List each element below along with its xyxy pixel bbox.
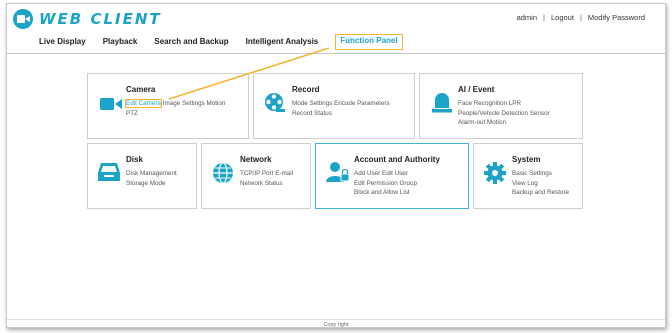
card-description: TCP/IP Port E-mail Network Status [240,169,310,188]
alarm-light-icon [432,93,452,113]
block-allow-list-link[interactable]: Block and Allow List [354,189,410,196]
card-description: Disk Management Storage Mode [126,169,196,188]
card-title: AI / Event [458,85,495,94]
globe-icon [213,162,233,184]
user-lock-icon [326,162,350,182]
username: admin [516,13,538,22]
camera-logo-icon [13,9,33,29]
card-description: Mode Settings Encode Parameters Record S… [292,99,414,118]
record-options[interactable]: Mode Settings Encode Parameters [292,100,390,107]
ai-options-1[interactable]: Face Recognition LPR [458,100,521,107]
card-description: Add User Edit User Edit Permission Group… [354,169,468,198]
video-camera-icon [100,98,122,110]
network-card[interactable]: Network TCP/IP Port E-mail Network Statu… [201,143,311,209]
storage-mode-link[interactable]: Storage Mode [126,180,166,187]
ai-options-2[interactable]: People/Vehicle Detection Sensor [458,110,550,117]
card-title: Account and Authority [354,155,440,164]
card-title: Disk [126,155,143,164]
system-card[interactable]: System Basic Settings View Log Backup an… [473,143,583,209]
ai-event-card[interactable]: AI / Event Face Recognition LPR People/V… [419,73,583,139]
nav-divider [7,53,665,54]
tab-live-display[interactable]: Live Display [39,36,86,50]
camera-card[interactable]: Camera Edit Camera Image Settings Motion… [87,73,249,139]
account-authority-card[interactable]: Account and Authority Add User Edit User… [315,143,469,209]
camera-options[interactable]: Image Settings Motion [163,100,226,107]
record-card[interactable]: Record Mode Settings Encode Parameters R… [253,73,415,139]
logout-link[interactable]: Logout [551,13,574,22]
disk-card[interactable]: Disk Disk Management Storage Mode [87,143,197,209]
film-reel-icon [265,93,285,112]
footer-divider [7,319,665,320]
card-title: Record [292,85,320,94]
web-client-logo: WEB CLIENT [13,9,162,29]
tab-function-panel[interactable]: Function Panel [335,34,403,50]
modify-password-link[interactable]: Modify Password [588,13,645,22]
logo-text: WEB CLIENT [39,10,162,28]
record-status-link[interactable]: Record Status [292,110,332,117]
network-status-link[interactable]: Network Status [240,180,283,187]
card-title: Camera [126,85,156,94]
tab-playback[interactable]: Playback [103,36,138,50]
card-title: System [512,155,541,164]
separator: | [579,13,582,22]
view-log-link[interactable]: View Log [512,180,538,187]
disk-tray-icon [98,163,120,181]
tab-search-and-backup[interactable]: Search and Backup [154,36,228,50]
card-title: Network [240,155,272,164]
card-description: Face Recognition LPR People/Vehicle Dete… [458,99,582,128]
disk-management-link[interactable]: Disk Management [126,170,177,177]
main-nav: Live Display Playback Search and Backup … [39,34,420,50]
ai-options-3[interactable]: Alarm-out Motion [458,119,506,126]
card-description: Edit Camera Image Settings Motion PTZ [125,99,248,118]
basic-settings-link[interactable]: Basic Settings [512,170,552,177]
network-options[interactable]: TCP/IP Port E-mail [240,170,293,177]
user-options[interactable]: Add User Edit User [354,170,408,177]
separator: | [543,13,545,22]
copyright: Copy right [323,322,349,328]
web-client-window: WEB CLIENT admin | Logout | Modify Passw… [6,3,666,328]
ptz-link[interactable]: PTZ [126,110,138,117]
card-description: Basic Settings View Log Backup and Resto… [512,169,582,198]
edit-permission-group-link[interactable]: Edit Permission Group [354,180,417,187]
backup-restore-link[interactable]: Backup and Restore [512,189,569,196]
account-links: admin | Logout | Modify Password [517,13,645,22]
tab-intelligent-analysis[interactable]: Intelligent Analysis [246,36,319,50]
gear-icon [484,162,506,184]
edit-camera-link[interactable]: Edit Camera [125,99,162,108]
